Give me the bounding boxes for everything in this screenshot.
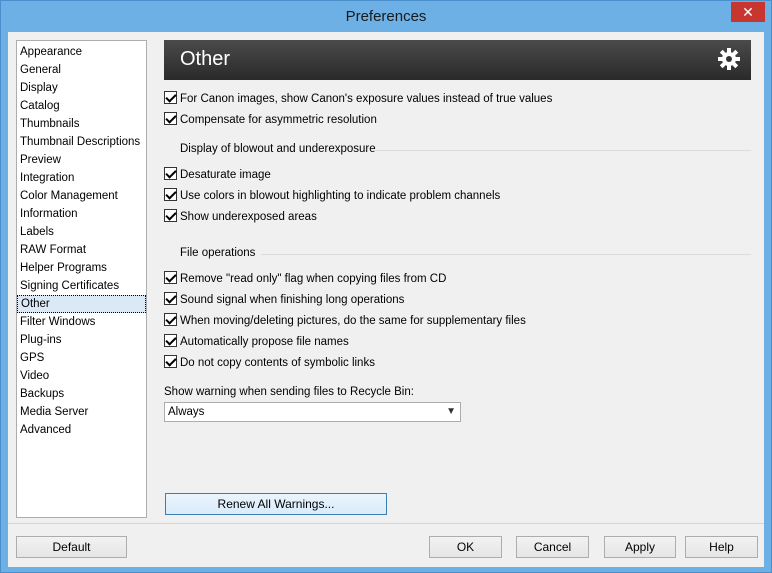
sidebar-item-signing-certificates[interactable]: Signing Certificates xyxy=(17,277,146,295)
sidebar-item-thumbnail-descriptions[interactable]: Thumbnail Descriptions xyxy=(17,133,146,151)
sidebar-item-catalog[interactable]: Catalog xyxy=(17,97,146,115)
gear-icon xyxy=(718,48,740,70)
window-title: Preferences xyxy=(345,8,427,25)
checkbox-checked-icon[interactable] xyxy=(164,334,177,347)
sidebar-item-labels[interactable]: Labels xyxy=(17,223,146,241)
sidebar-item-gps[interactable]: GPS xyxy=(17,349,146,367)
sidebar-item-advanced[interactable]: Advanced xyxy=(17,421,146,439)
title-bar[interactable]: Preferences ✕ xyxy=(1,1,771,32)
checkbox-checked-icon[interactable] xyxy=(164,313,177,326)
propose-names-checkbox[interactable]: Automatically propose file names xyxy=(164,334,349,350)
desaturate-checkbox[interactable]: Desaturate image xyxy=(164,167,271,183)
checkbox-checked-icon[interactable] xyxy=(164,167,177,180)
cancel-button[interactable]: Cancel xyxy=(516,536,589,558)
chevron-down-icon[interactable]: ▼ xyxy=(446,403,456,421)
sidebar-item-color-management[interactable]: Color Management xyxy=(17,187,146,205)
underexposed-checkbox[interactable]: Show underexposed areas xyxy=(164,209,317,225)
sidebar-item-backups[interactable]: Backups xyxy=(17,385,146,403)
checkbox-checked-icon[interactable] xyxy=(164,355,177,368)
help-button[interactable]: Help xyxy=(685,536,758,558)
symbolic-links-checkbox[interactable]: Do not copy contents of symbolic links xyxy=(164,355,375,371)
group-fileops-label: File operations xyxy=(180,247,256,259)
asymmetric-resolution-checkbox[interactable]: Compensate for asymmetric resolution xyxy=(164,112,377,128)
canon-exposure-checkbox[interactable]: For Canon images, show Canon's exposure … xyxy=(164,91,552,107)
checkbox-checked-icon[interactable] xyxy=(164,271,177,284)
panel-header: Other xyxy=(164,40,751,80)
checkbox-checked-icon[interactable] xyxy=(164,91,177,104)
supplementary-files-checkbox[interactable]: When moving/deleting pictures, do the sa… xyxy=(164,313,526,329)
close-button[interactable]: ✕ xyxy=(731,2,765,22)
settings-panel: Other For Canon images, show Canon's exp… xyxy=(164,40,751,515)
sidebar-item-general[interactable]: General xyxy=(17,61,146,79)
sidebar-item-media-server[interactable]: Media Server xyxy=(17,403,146,421)
checkbox-checked-icon[interactable] xyxy=(164,112,177,125)
apply-button[interactable]: Apply xyxy=(604,536,676,558)
footer-divider xyxy=(8,523,764,524)
sidebar-item-filter-windows[interactable]: Filter Windows xyxy=(17,313,146,331)
dialog-client: Appearance General Display Catalog Thumbnail… xyxy=(8,32,764,567)
checkbox-checked-icon[interactable] xyxy=(164,209,177,222)
default-button[interactable]: Default xyxy=(16,536,127,558)
sidebar-item-plug-ins[interactable]: Plug-ins xyxy=(17,331,146,349)
sidebar-item-preview[interactable]: Preview xyxy=(17,151,146,169)
group-divider xyxy=(374,150,751,151)
sidebar-item-appearance[interactable]: Appearance xyxy=(17,43,146,61)
blowout-colors-checkbox[interactable]: Use colors in blowout highlighting to in… xyxy=(164,188,500,204)
recycle-warning-label: Show warning when sending files to Recyc… xyxy=(164,386,414,398)
recycle-warning-select[interactable]: Always ▼ xyxy=(164,402,461,422)
renew-warnings-button[interactable]: Renew All Warnings... xyxy=(165,493,387,515)
group-blowout-label: Display of blowout and underexposure xyxy=(180,143,376,155)
preferences-window: Preferences ✕ Appearance General Display Ca… xyxy=(0,0,772,573)
sound-signal-checkbox[interactable]: Sound signal when finishing long operati… xyxy=(164,292,404,308)
panel-title: Other xyxy=(180,48,231,70)
sidebar-item-helper-programs[interactable]: Helper Programs xyxy=(17,259,146,277)
sidebar-item-thumbnails[interactable]: Thumbnails xyxy=(17,115,146,133)
remove-readonly-checkbox[interactable]: Remove "read only" flag when copying fil… xyxy=(164,271,446,287)
category-list[interactable]: Appearance General Display Catalog Thumbnail… xyxy=(16,40,147,518)
checkbox-checked-icon[interactable] xyxy=(164,292,177,305)
sidebar-item-display[interactable]: Display xyxy=(17,79,146,97)
sidebar-item-raw-format[interactable]: RAW Format xyxy=(17,241,146,259)
sidebar-item-information[interactable]: Information xyxy=(17,205,146,223)
group-divider xyxy=(261,254,751,255)
ok-button[interactable]: OK xyxy=(429,536,502,558)
checkbox-checked-icon[interactable] xyxy=(164,188,177,201)
sidebar-item-integration[interactable]: Integration xyxy=(17,169,146,187)
sidebar-item-other[interactable]: Other xyxy=(17,295,146,313)
sidebar-item-video[interactable]: Video xyxy=(17,367,146,385)
